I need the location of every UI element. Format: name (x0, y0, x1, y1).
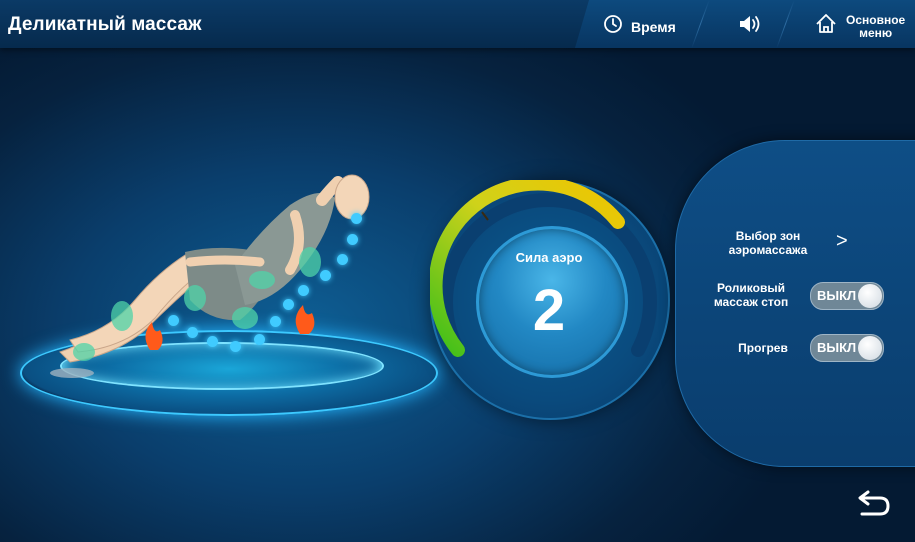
heat-label: Прогрев (738, 341, 788, 355)
volume-button[interactable] (738, 14, 764, 39)
zones-label-line2: аэромассажа (728, 243, 808, 257)
home-label: Основное меню (846, 12, 906, 40)
home-label-line1: Основное (846, 12, 906, 27)
time-label: Время (631, 18, 676, 35)
zones-label-line1: Выбор зон (735, 229, 801, 243)
heat-toggle-state: ВЫКЛ (817, 340, 857, 355)
air-dot (168, 315, 179, 326)
back-button[interactable] (854, 484, 894, 520)
roller-label-line1: Роликовый (717, 281, 785, 295)
home-icon (814, 12, 838, 41)
air-dot (351, 213, 362, 224)
air-dot (254, 334, 265, 345)
massage-screen: Деликатный массаж Время Основное меню Си… (0, 0, 915, 542)
roller-toggle[interactable]: ВЫКЛ (810, 282, 884, 310)
air-dot (270, 316, 281, 327)
home-label-line2: меню (859, 25, 893, 40)
roller-toggle-state: ВЫКЛ (817, 288, 857, 303)
roller-label: Роликовый массаж стоп (696, 281, 806, 309)
zones-select-option[interactable]: Выбор зон аэромассажа (708, 229, 828, 257)
dial-label: Сила аэро (515, 250, 583, 265)
air-dot (320, 270, 331, 281)
heat-toggle[interactable]: ВЫКЛ (810, 334, 884, 362)
volume-icon (738, 14, 764, 39)
clock-icon (603, 14, 623, 39)
air-dot (298, 285, 309, 296)
chevron-right-icon[interactable]: > (836, 230, 848, 253)
toggle-knob (858, 284, 882, 308)
dial-value: 2 (532, 278, 566, 343)
air-dot (337, 254, 348, 265)
home-button[interactable]: Основное меню (814, 12, 905, 41)
air-dot (207, 336, 218, 347)
air-dot (283, 299, 294, 310)
air-dot (187, 327, 198, 338)
back-arrow-icon (858, 490, 890, 516)
time-button[interactable]: Время (603, 14, 676, 39)
air-dot (347, 234, 358, 245)
toggle-knob (858, 336, 882, 360)
roller-label-line2: массаж стоп (713, 295, 789, 309)
chair-figure-illustration (50, 174, 370, 378)
air-dot (230, 341, 241, 352)
